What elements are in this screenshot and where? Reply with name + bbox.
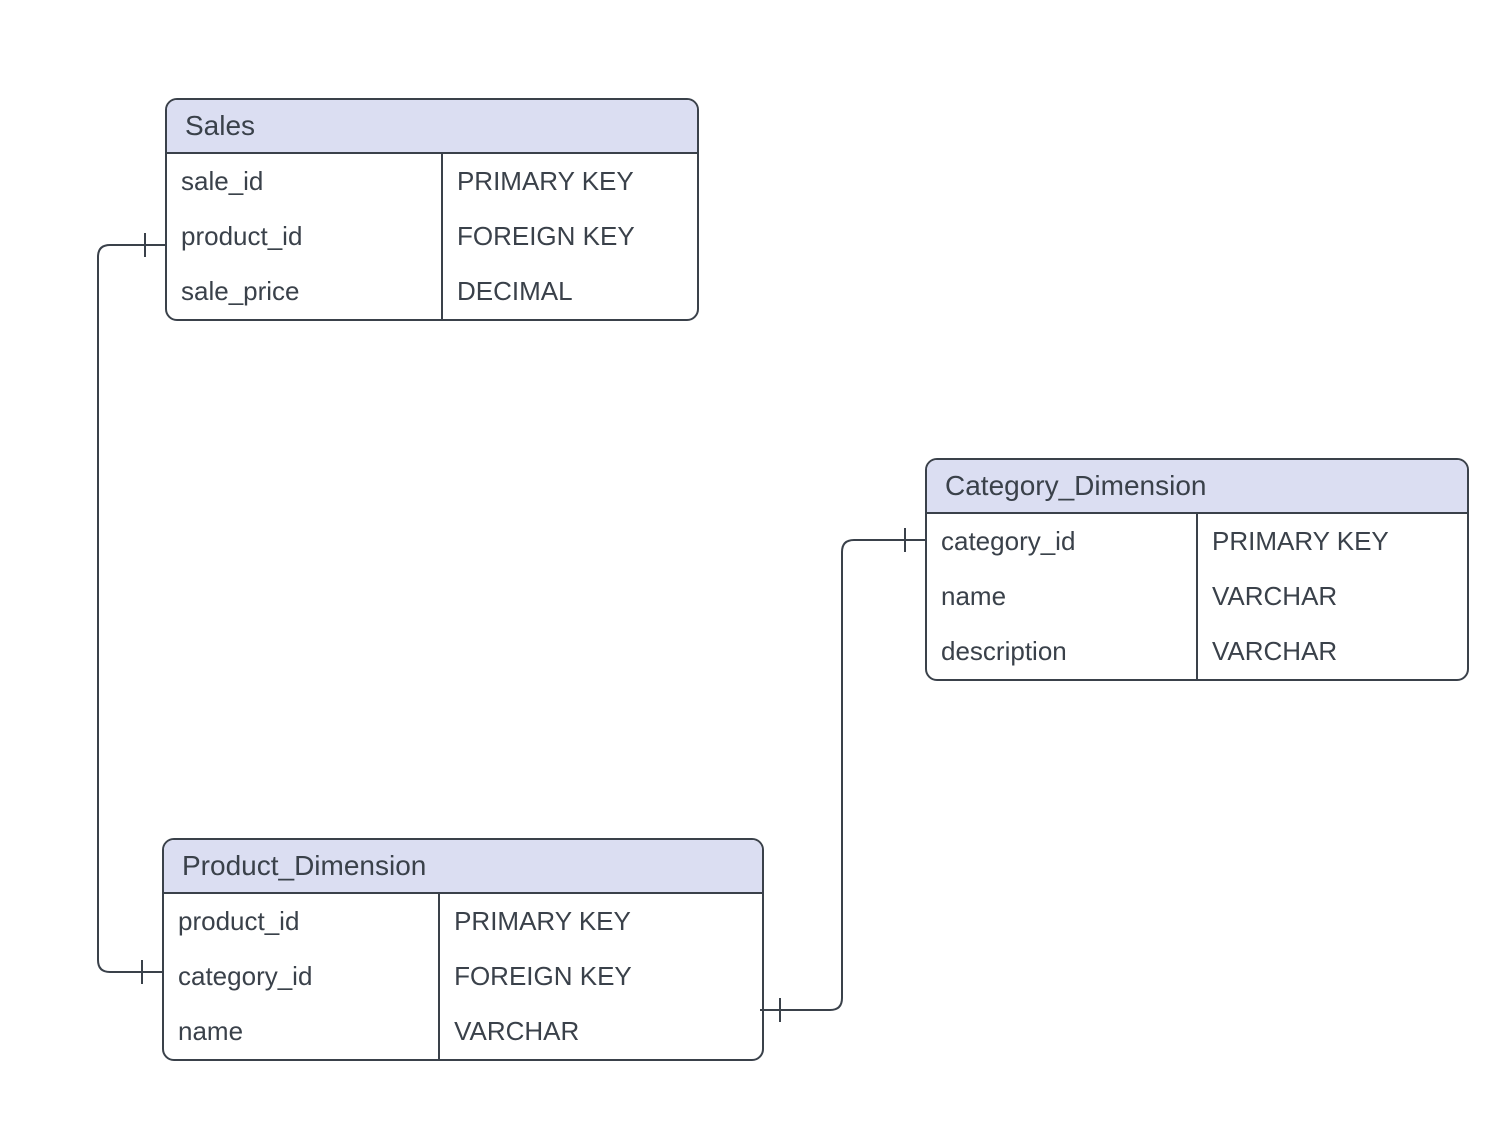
field-name: sale_id bbox=[167, 154, 441, 209]
entity-sales-body: sale_id product_id sale_price PRIMARY KE… bbox=[167, 154, 697, 319]
field-type: FOREIGN KEY bbox=[440, 949, 762, 1004]
field-type: PRIMARY KEY bbox=[1198, 514, 1467, 569]
field-name: description bbox=[927, 624, 1196, 679]
field-type: PRIMARY KEY bbox=[443, 154, 697, 209]
entity-sales: Sales sale_id product_id sale_price PRIM… bbox=[165, 98, 699, 321]
field-type: DECIMAL bbox=[443, 264, 697, 319]
field-name: product_id bbox=[167, 209, 441, 264]
field-name: category_id bbox=[164, 949, 438, 1004]
field-name: category_id bbox=[927, 514, 1196, 569]
field-name: product_id bbox=[164, 894, 438, 949]
entity-category: Category_Dimension category_id name desc… bbox=[925, 458, 1469, 681]
entity-category-body: category_id name description PRIMARY KEY… bbox=[927, 514, 1467, 679]
field-name: name bbox=[927, 569, 1196, 624]
entity-sales-title: Sales bbox=[167, 100, 697, 154]
field-name: sale_price bbox=[167, 264, 441, 319]
field-type: PRIMARY KEY bbox=[440, 894, 762, 949]
field-type: VARCHAR bbox=[440, 1004, 762, 1059]
field-type: VARCHAR bbox=[1198, 624, 1467, 679]
entity-product: Product_Dimension product_id category_id… bbox=[162, 838, 764, 1061]
field-name: name bbox=[164, 1004, 438, 1059]
field-type: FOREIGN KEY bbox=[443, 209, 697, 264]
entity-category-title: Category_Dimension bbox=[927, 460, 1467, 514]
entity-product-body: product_id category_id name PRIMARY KEY … bbox=[164, 894, 762, 1059]
entity-product-title: Product_Dimension bbox=[164, 840, 762, 894]
field-type: VARCHAR bbox=[1198, 569, 1467, 624]
